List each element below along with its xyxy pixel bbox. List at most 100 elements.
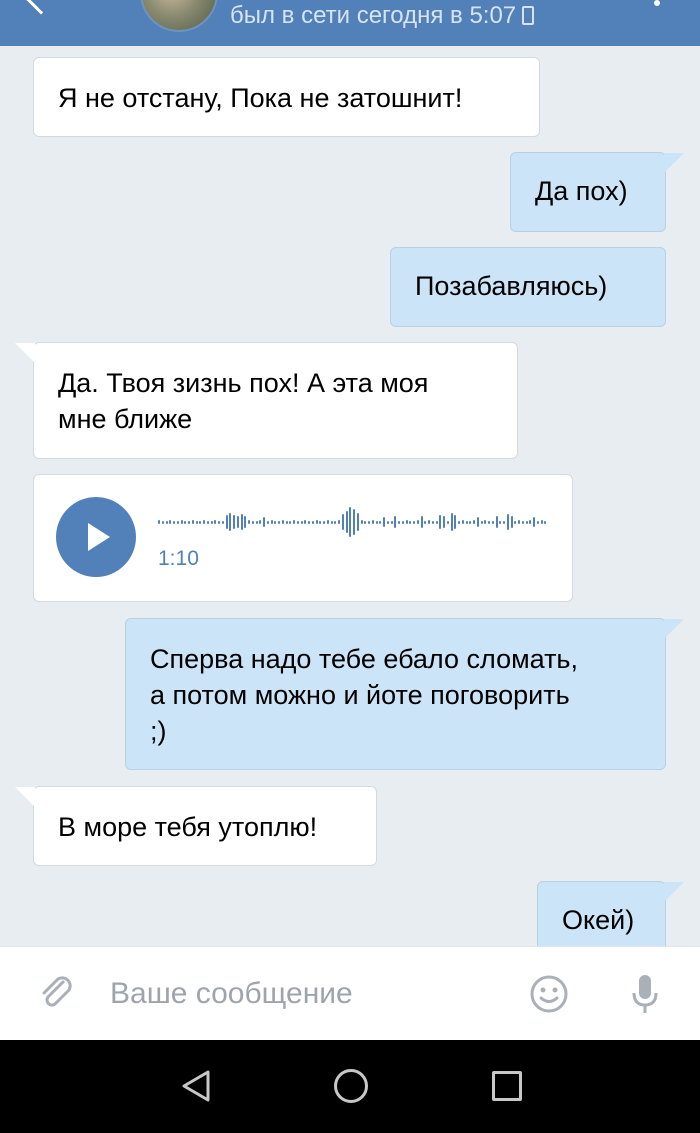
waveform-bar bbox=[476, 517, 479, 527]
play-button[interactable] bbox=[56, 497, 136, 577]
paperclip-icon[interactable] bbox=[36, 973, 76, 1013]
nav-recents-icon[interactable] bbox=[492, 1071, 522, 1101]
waveform-bar bbox=[368, 520, 370, 524]
waveform-bar bbox=[225, 515, 228, 529]
waveform-bar bbox=[349, 507, 352, 537]
waveform-bar bbox=[259, 520, 262, 524]
message-incoming[interactable]: Я не отстану, Пока не затошнит! bbox=[33, 57, 540, 137]
message-outgoing[interactable]: Сперва надо тебе ебало сломать, а потом … bbox=[125, 618, 684, 770]
waveform-bar bbox=[240, 514, 243, 530]
waveform-bar bbox=[345, 511, 348, 533]
waveform-bar bbox=[334, 520, 337, 524]
waveform-bar bbox=[338, 520, 340, 524]
emoji-icon[interactable] bbox=[528, 973, 570, 1015]
nav-home-icon[interactable] bbox=[334, 1069, 368, 1103]
message-text: Окей) bbox=[562, 905, 635, 935]
message-text: Да пох) bbox=[535, 176, 628, 206]
waveform-bar bbox=[293, 520, 295, 524]
waveform-bar bbox=[244, 516, 247, 528]
nav-back-icon[interactable] bbox=[178, 1068, 214, 1104]
microphone-icon[interactable] bbox=[630, 973, 660, 1015]
message-text-line: ;) bbox=[150, 716, 167, 746]
waveform-bar bbox=[540, 520, 543, 524]
waveform-bar bbox=[353, 509, 355, 535]
waveform-bar bbox=[364, 520, 367, 524]
waveform-bar bbox=[409, 520, 412, 524]
voice-message: 1:10 bbox=[33, 474, 573, 602]
chat-screen: был в сети сегодня в 5:07 Я не отстану, … bbox=[0, 0, 700, 1133]
waveform-bar bbox=[428, 520, 430, 524]
waveform-bar bbox=[300, 520, 303, 524]
waveform-bar bbox=[356, 513, 359, 531]
waveform-bar bbox=[473, 520, 475, 524]
voice-waveform[interactable] bbox=[158, 505, 548, 539]
waveform-bar bbox=[525, 520, 528, 524]
waveform-bar bbox=[229, 513, 232, 531]
message-text-line: Да. Твоя зизнь пох! А эта моя bbox=[58, 368, 429, 398]
waveform-bar bbox=[450, 513, 453, 531]
waveform-bar bbox=[386, 520, 389, 524]
waveform-bar bbox=[495, 516, 498, 528]
waveform-bar bbox=[424, 520, 427, 524]
message-outgoing[interactable]: Да пох) bbox=[510, 152, 684, 232]
waveform-bar bbox=[330, 520, 333, 524]
waveform-bar bbox=[315, 520, 318, 524]
waveform-bar bbox=[236, 516, 239, 528]
waveform-bar bbox=[379, 520, 382, 524]
waveform-bar bbox=[210, 520, 213, 524]
last-seen-text: был в сети сегодня в 5:07 bbox=[230, 2, 517, 29]
waveform-bar bbox=[176, 520, 179, 524]
waveform-bar bbox=[360, 520, 363, 524]
waveform-bar bbox=[169, 520, 172, 524]
waveform-bar bbox=[398, 520, 400, 524]
waveform-bar bbox=[491, 520, 494, 524]
waveform-bar bbox=[416, 520, 419, 524]
waveform-bar bbox=[278, 520, 280, 524]
menu-icon[interactable] bbox=[654, 0, 660, 6]
message-text: Я не отстану, Пока не затошнит! bbox=[58, 83, 463, 113]
chat-header: был в сети сегодня в 5:07 bbox=[0, 0, 700, 46]
message-text-line: Сперва надо тебе ебало сломать, bbox=[150, 644, 579, 674]
waveform-bar bbox=[480, 520, 483, 524]
waveform-bar bbox=[255, 520, 258, 524]
message-incoming[interactable]: В море тебя утоплю! bbox=[15, 786, 377, 866]
waveform-bar bbox=[518, 520, 520, 524]
waveform-bar bbox=[390, 520, 393, 524]
back-icon[interactable] bbox=[25, 0, 57, 15]
waveform-bar bbox=[431, 520, 434, 524]
waveform-bar bbox=[195, 520, 198, 524]
waveform-bar bbox=[266, 520, 269, 524]
message-input[interactable] bbox=[110, 969, 510, 1019]
waveform-bar bbox=[510, 516, 513, 528]
waveform-bar bbox=[214, 520, 217, 524]
waveform-bar bbox=[375, 520, 378, 524]
waveform-bar bbox=[311, 520, 314, 524]
waveform-bar bbox=[199, 520, 202, 524]
message-incoming[interactable]: Да. Твоя зизнь пох! А эта моя мне ближе bbox=[15, 342, 518, 459]
waveform-bar bbox=[263, 517, 265, 527]
message-outgoing[interactable]: Позабавляюсь) bbox=[390, 247, 666, 327]
waveform-bar bbox=[439, 515, 442, 529]
waveform-bar bbox=[319, 520, 322, 524]
waveform-bar bbox=[405, 520, 408, 524]
avatar[interactable] bbox=[140, 0, 218, 32]
voice-duration: 1:10 bbox=[158, 547, 199, 570]
waveform-bar bbox=[454, 515, 457, 529]
play-icon bbox=[88, 523, 110, 551]
waveform-bar bbox=[435, 520, 438, 524]
waveform-bar bbox=[521, 520, 524, 524]
waveform-bar bbox=[341, 514, 344, 530]
waveform-bar bbox=[203, 520, 205, 524]
waveform-bar bbox=[506, 514, 509, 530]
waveform-bar bbox=[289, 520, 292, 524]
waveform-bar bbox=[221, 520, 224, 524]
waveform-bar bbox=[533, 517, 535, 527]
waveform-bar bbox=[248, 520, 250, 524]
waveform-bar bbox=[308, 520, 310, 524]
android-nav-bar bbox=[0, 1040, 700, 1133]
message-input-bar bbox=[0, 946, 700, 1040]
waveform-bar bbox=[383, 517, 385, 527]
waveform-bar bbox=[296, 520, 299, 524]
waveform-bar bbox=[270, 520, 273, 524]
waveform-bar bbox=[184, 520, 187, 524]
